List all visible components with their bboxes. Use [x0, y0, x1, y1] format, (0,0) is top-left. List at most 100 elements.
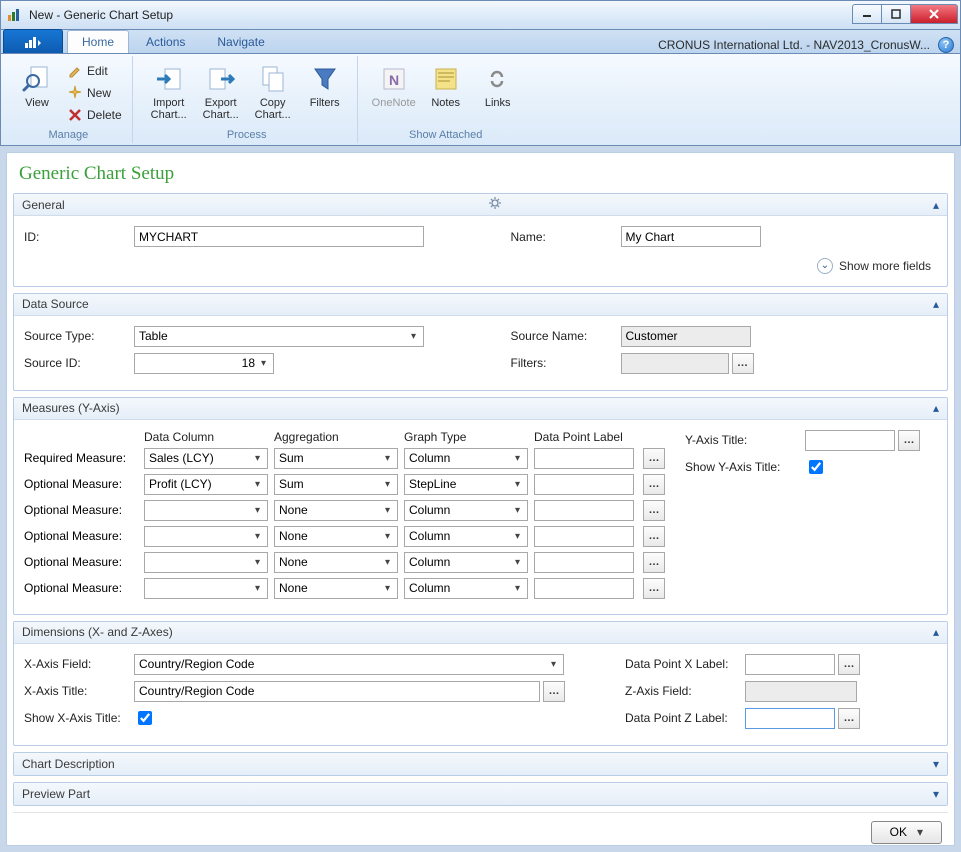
ribbon-tab-strip: Home Actions Navigate CRONUS Internation… — [0, 30, 961, 54]
graph-type-dropdown[interactable]: Column — [404, 552, 528, 573]
xaxis-title-ellipsis-button[interactable]: … — [543, 681, 565, 702]
dpz-ellipsis-button[interactable]: … — [838, 708, 860, 729]
aggregation-dropdown[interactable]: None — [274, 578, 398, 599]
data-point-label-field[interactable] — [534, 552, 634, 573]
show-yaxis-title-checkbox[interactable] — [809, 460, 823, 474]
yaxis-title-field[interactable] — [805, 430, 895, 451]
id-field[interactable] — [134, 226, 424, 247]
data-column-dropdown[interactable]: Profit (LCY) — [144, 474, 268, 495]
export-chart-button[interactable]: Export Chart... — [195, 60, 247, 124]
data-column-dropdown[interactable] — [144, 552, 268, 573]
dpx-ellipsis-button[interactable]: … — [838, 654, 860, 675]
data-column-dropdown[interactable]: Sales (LCY) — [144, 448, 268, 469]
chevron-up-icon[interactable] — [933, 401, 939, 415]
fasttab-datasource-header[interactable]: Data Source — [14, 294, 947, 316]
chevron-down-icon — [380, 451, 395, 466]
delete-button[interactable]: Delete — [63, 104, 126, 126]
yaxis-title-label: Y-Axis Title: — [685, 433, 805, 447]
measure-row-label: Required Measure: — [24, 451, 144, 465]
fasttab-dimensions-header[interactable]: Dimensions (X- and Z-Axes) — [14, 622, 947, 644]
data-point-label-ellipsis-button[interactable]: … — [643, 552, 665, 573]
source-type-dropdown[interactable]: Table — [134, 326, 424, 347]
data-point-label-ellipsis-button[interactable]: … — [643, 474, 665, 495]
aggregation-dropdown[interactable]: None — [274, 552, 398, 573]
data-point-label-ellipsis-button[interactable]: … — [643, 500, 665, 521]
app-icon — [7, 7, 23, 23]
show-xaxis-title-checkbox[interactable] — [138, 711, 152, 725]
yaxis-title-ellipsis-button[interactable]: … — [898, 430, 920, 451]
tab-navigate[interactable]: Navigate — [202, 30, 279, 53]
content-area: Generic Chart Setup General ID: Name: — [6, 152, 955, 846]
copy-chart-button[interactable]: Copy Chart... — [247, 60, 299, 124]
graph-type-dropdown[interactable]: Column — [404, 500, 528, 521]
data-point-label-field[interactable] — [534, 500, 634, 521]
filters-button[interactable]: Filters — [299, 60, 351, 112]
import-chart-button[interactable]: Import Chart... — [143, 60, 195, 124]
aggregation-dropdown[interactable]: Sum — [274, 448, 398, 469]
chevron-down-icon — [250, 451, 265, 466]
gear-icon[interactable] — [488, 196, 502, 213]
source-name-label: Source Name: — [511, 329, 621, 343]
footer: OK▾ — [13, 812, 948, 847]
show-xaxis-title-label: Show X-Axis Title: — [24, 711, 134, 725]
chevron-down-icon[interactable] — [933, 757, 939, 771]
file-menu-button[interactable] — [3, 29, 63, 53]
dpx-field[interactable] — [745, 654, 835, 675]
funnel-icon — [309, 63, 341, 95]
col-header-graph-type: Graph Type — [404, 430, 528, 444]
fasttab-general: General ID: Name: — [13, 193, 948, 287]
data-point-label-ellipsis-button[interactable]: … — [643, 578, 665, 599]
edit-button[interactable]: Edit — [63, 60, 126, 82]
show-more-fields-button[interactable]: ⌄Show more fields — [817, 258, 931, 274]
maximize-button[interactable] — [881, 4, 911, 24]
data-point-label-field[interactable] — [534, 526, 634, 547]
name-field[interactable] — [621, 226, 761, 247]
company-db-text: CRONUS International Ltd. - NAV2013_Cron… — [658, 38, 930, 52]
chevron-up-icon[interactable] — [933, 198, 939, 212]
import-icon — [153, 63, 185, 95]
graph-type-dropdown[interactable]: StepLine — [404, 474, 528, 495]
graph-type-dropdown[interactable]: Column — [404, 448, 528, 469]
tab-actions[interactable]: Actions — [131, 30, 200, 53]
aggregation-dropdown[interactable]: Sum — [274, 474, 398, 495]
help-icon[interactable]: ? — [938, 37, 954, 53]
graph-type-dropdown[interactable]: Column — [404, 526, 528, 547]
ok-button[interactable]: OK▾ — [871, 821, 942, 844]
tab-home[interactable]: Home — [67, 30, 129, 53]
data-column-dropdown[interactable] — [144, 578, 268, 599]
chevron-up-icon[interactable] — [933, 297, 939, 311]
source-id-dropdown[interactable]: 18 — [134, 353, 274, 374]
data-point-label-field[interactable] — [534, 578, 634, 599]
close-button[interactable] — [910, 4, 958, 24]
dpz-label: Data Point Z Label: — [625, 711, 745, 725]
view-button[interactable]: View — [11, 60, 63, 112]
links-button[interactable]: Links — [472, 60, 524, 112]
fasttab-chart-description-header[interactable]: Chart Description — [14, 753, 947, 775]
fasttab-preview-part-header[interactable]: Preview Part — [14, 783, 947, 805]
aggregation-dropdown[interactable]: None — [274, 500, 398, 521]
export-icon — [205, 63, 237, 95]
aggregation-dropdown[interactable]: None — [274, 526, 398, 547]
xaxis-title-field[interactable] — [134, 681, 540, 702]
data-point-label-field[interactable] — [534, 448, 634, 469]
data-column-dropdown[interactable] — [144, 500, 268, 521]
new-button[interactable]: New — [63, 82, 126, 104]
notes-button[interactable]: Notes — [420, 60, 472, 112]
data-column-dropdown[interactable] — [144, 526, 268, 547]
measure-row: Required Measure:Sales (LCY) Sum Column … — [24, 448, 665, 469]
data-point-label-ellipsis-button[interactable]: … — [643, 526, 665, 547]
col-header-aggregation: Aggregation — [274, 430, 398, 444]
fasttab-general-header[interactable]: General — [14, 194, 947, 216]
graph-type-dropdown[interactable]: Column — [404, 578, 528, 599]
filters-ellipsis-button[interactable]: … — [732, 353, 754, 374]
fasttab-measures-header[interactable]: Measures (Y-Axis) — [14, 398, 947, 420]
chevron-down-icon[interactable] — [933, 787, 939, 801]
minimize-button[interactable] — [852, 4, 882, 24]
chevron-up-icon[interactable] — [933, 625, 939, 639]
onenote-button[interactable]: N OneNote — [368, 60, 420, 112]
xaxis-field-dropdown[interactable]: Country/Region Code — [134, 654, 564, 675]
data-point-label-field[interactable] — [534, 474, 634, 495]
data-point-label-ellipsis-button[interactable]: … — [643, 448, 665, 469]
ribbon-group-attached: N OneNote Notes Links Show Attached — [362, 56, 530, 143]
dpz-field[interactable] — [745, 708, 835, 729]
